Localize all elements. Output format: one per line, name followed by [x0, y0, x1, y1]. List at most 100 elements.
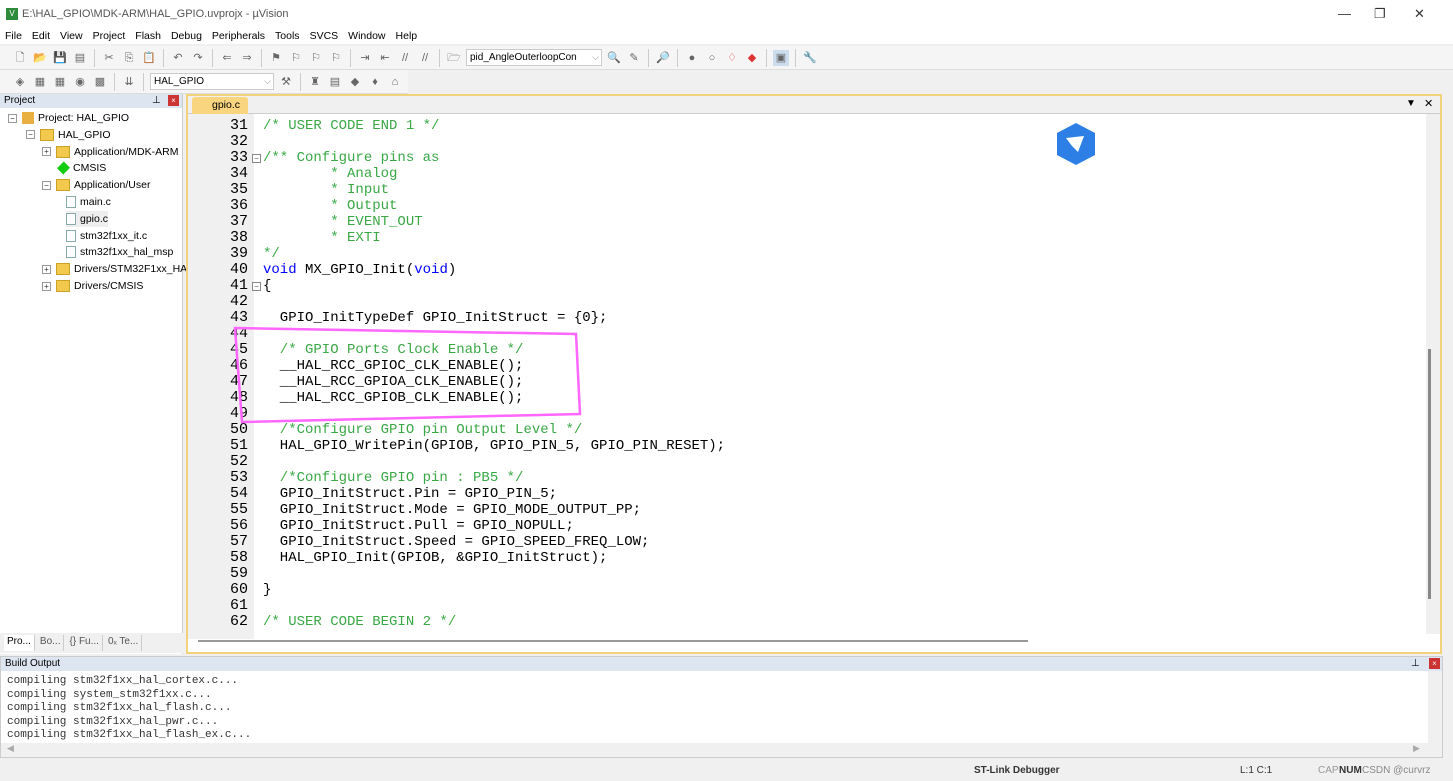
pin-icon[interactable]: ⊥ — [1411, 657, 1420, 671]
zoom-icon[interactable]: 🔎 — [655, 50, 671, 66]
prev-bookmark-icon[interactable]: ⚐ — [288, 50, 304, 66]
menu-file[interactable]: File — [5, 28, 22, 44]
menu-svcs[interactable]: SVCS — [310, 28, 339, 44]
undo-icon[interactable]: ↶ — [170, 50, 186, 66]
minimize-button[interactable]: — — [1338, 6, 1351, 21]
tree-item[interactable]: + Drivers/CMSIS — [42, 278, 143, 294]
scroll-left-icon[interactable]: ◀ — [7, 743, 14, 754]
target-options-icon[interactable]: ⚒ — [278, 74, 294, 90]
close-icon[interactable]: × — [1429, 658, 1440, 669]
forward-icon[interactable]: ⇒ — [239, 50, 255, 66]
scroll-thumb[interactable] — [1428, 349, 1431, 599]
project-tab[interactable]: {} Fu... — [66, 635, 103, 651]
title-bar: V E:\HAL_GPIO\MDK-ARM\HAL_GPIO.uvprojx -… — [0, 0, 1453, 28]
unindent-icon[interactable]: ⇤ — [377, 50, 393, 66]
disable-breakpoint-icon[interactable]: ○ — [704, 50, 720, 66]
save-all-icon[interactable]: ▤ — [72, 50, 88, 66]
horizontal-scrollbar[interactable] — [198, 640, 1028, 642]
build-output-pane: Build Output ⊥ × compiling stm32f1xx_hal… — [0, 656, 1443, 758]
tab-gpio-c[interactable]: gpio.c — [192, 97, 249, 114]
pin-icon[interactable]: ⊥ — [152, 94, 161, 108]
close-icon[interactable]: × — [168, 95, 179, 106]
project-tab[interactable]: Bo... — [37, 635, 65, 651]
open-icon[interactable]: 📂 — [32, 50, 48, 66]
copy-icon[interactable]: ⎘ — [121, 50, 137, 66]
tree-item[interactable]: gpio.c — [66, 210, 109, 227]
menu-tools[interactable]: Tools — [275, 28, 300, 44]
paste-icon[interactable]: 📋 — [141, 50, 157, 66]
tree-item[interactable]: − Project: HAL_GPIO — [8, 110, 129, 126]
run-time-env-icon[interactable]: ⌂ — [387, 74, 403, 90]
menu-edit[interactable]: Edit — [32, 28, 50, 44]
kill-breakpoints-icon[interactable]: ◆ — [744, 50, 760, 66]
disable-all-breakpoints-icon[interactable]: ♢ — [724, 50, 740, 66]
comment-icon[interactable]: // — [397, 50, 413, 66]
maximize-button[interactable]: ❐ — [1374, 6, 1386, 22]
tree-item[interactable]: + Drivers/STM32F1xx_HAL — [42, 261, 193, 277]
expand-icon[interactable]: + — [42, 281, 51, 291]
next-bookmark-icon[interactable]: ⚐ — [308, 50, 324, 66]
fold-toggle-icon[interactable]: − — [252, 154, 261, 163]
build-icon[interactable]: ▦ — [32, 74, 48, 90]
configure-icon[interactable]: 🔧 — [802, 50, 818, 66]
stop-build-icon[interactable]: ▩ — [92, 74, 108, 90]
tree-item-label: stm32f1xx_hal_msp — [80, 246, 174, 259]
menu-help[interactable]: Help — [396, 28, 418, 44]
project-tab[interactable]: Pro... — [4, 635, 35, 651]
close-file-icon[interactable]: ✕ — [1424, 97, 1433, 110]
tree-item[interactable]: stm32f1xx_it.c — [66, 228, 147, 244]
tree-item[interactable]: main.c — [66, 194, 111, 210]
collapse-icon[interactable]: − — [26, 130, 35, 140]
new-file-icon[interactable]: 🗋 — [12, 50, 28, 66]
build-hscrollbar[interactable]: ◀ ▶ — [1, 743, 1442, 757]
line-number: 55 — [229, 501, 248, 518]
incremental-find-icon[interactable]: 🔍 — [606, 50, 622, 66]
breakpoint-icon[interactable]: ● — [684, 50, 700, 66]
tree-item[interactable]: + Application/MDK-ARM — [42, 144, 178, 160]
tree-item[interactable]: stm32f1xx_hal_msp — [66, 244, 173, 260]
tab-list-icon[interactable]: ▼ — [1406, 98, 1416, 109]
tree-item[interactable]: − Application/User — [42, 177, 150, 193]
tree-item[interactable]: CMSIS — [56, 160, 106, 176]
translate-icon[interactable]: ◈ — [12, 74, 28, 90]
redo-icon[interactable]: ↷ — [190, 50, 206, 66]
expand-icon[interactable]: + — [42, 264, 51, 274]
project-pane-header: Project ⊥ × — [0, 94, 182, 108]
indent-icon[interactable]: ⇥ — [357, 50, 373, 66]
manage-components-icon[interactable]: ▤ — [327, 74, 343, 90]
scroll-right-icon[interactable]: ▶ — [1413, 743, 1420, 754]
save-icon[interactable]: 💾 — [52, 50, 68, 66]
find-in-files-icon[interactable]: 🗁 — [446, 50, 462, 66]
back-icon[interactable]: ⇐ — [219, 50, 235, 66]
bookmark-icon[interactable]: ⚑ — [268, 50, 284, 66]
menu-debug[interactable]: Debug — [171, 28, 202, 44]
code-line: /** Configure pins as — [263, 150, 440, 166]
clear-bookmarks-icon[interactable]: ⚐ — [328, 50, 344, 66]
select-packs-icon[interactable]: ◆ — [347, 74, 363, 90]
rebuild-icon[interactable]: ▦ — [52, 74, 68, 90]
pack-installer-icon[interactable]: ♦ — [367, 74, 383, 90]
debug-icon[interactable]: ✎ — [626, 50, 642, 66]
batch-build-icon[interactable]: ◉ — [72, 74, 88, 90]
collapse-icon[interactable]: − — [42, 180, 51, 190]
project-tab[interactable]: 0ₓ Te... — [105, 635, 143, 651]
expand-icon[interactable]: + — [42, 147, 51, 157]
menu-peripherals[interactable]: Peripherals — [212, 28, 265, 44]
target-combo[interactable]: HAL_GPIO ⌵ — [150, 73, 274, 90]
download-icon[interactable]: ⇊ — [121, 74, 137, 90]
uncomment-icon[interactable]: // — [417, 50, 433, 66]
menu-view[interactable]: View — [60, 28, 83, 44]
manage-project-icon[interactable]: ♜ — [307, 74, 323, 90]
cut-icon[interactable]: ✂ — [101, 50, 117, 66]
menu-window[interactable]: Window — [348, 28, 385, 44]
fold-toggle-icon[interactable]: − — [252, 282, 261, 291]
vertical-scrollbar[interactable] — [1426, 114, 1440, 634]
menu-project[interactable]: Project — [93, 28, 126, 44]
tree-item[interactable]: − HAL_GPIO — [26, 127, 111, 143]
close-button[interactable]: ✕ — [1414, 6, 1425, 22]
collapse-icon[interactable]: − — [8, 113, 17, 123]
build-vscrollbar[interactable] — [1428, 671, 1442, 743]
menu-flash[interactable]: Flash — [135, 28, 161, 44]
function-combo[interactable]: pid_AngleOuterloopCon ⌵ — [466, 49, 602, 66]
window-layout-icon[interactable]: ▣ — [773, 49, 789, 66]
